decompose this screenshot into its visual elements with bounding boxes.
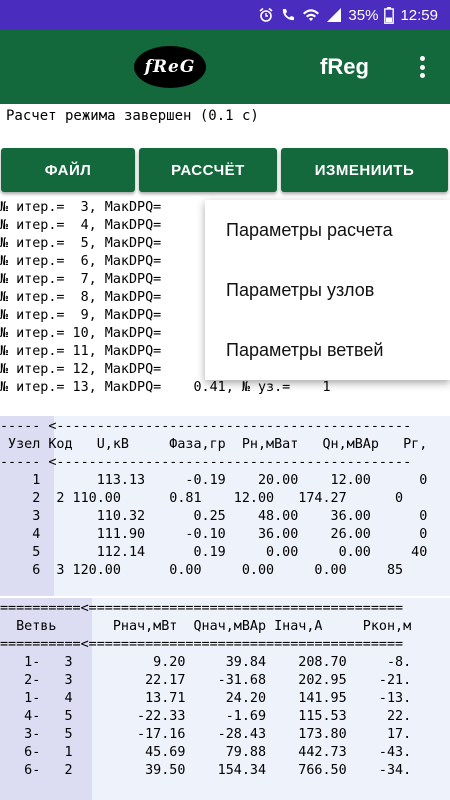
table-row: 6- 2 39.50 154.34 766.50 -34. [0,763,412,778]
calc-button[interactable]: РАССЧЁТ [139,148,277,192]
signal-icon [326,7,342,23]
table-row: 6- 1 45.69 79.88 442.73 -43. [0,745,412,760]
iteration-line: № итер.= 4, МакDPQ= [0,218,162,233]
iteration-line: № итер.= 7, МакDPQ= [0,272,162,287]
app-logo: fReG [134,46,206,88]
call-icon [280,7,296,23]
edit-dropdown-menu: Параметры расчета Параметры узлов Параме… [205,200,450,380]
table-row: 1 113.13 -0.19 20.00 12.00 0 [0,473,428,488]
table-row: 4- 5 -22.33 -1.69 115.53 22. [0,709,412,724]
iteration-line: № итер.= 9, МакDPQ= [0,308,162,323]
table-row: 5 112.14 0.19 0.00 0.00 40 [0,545,428,560]
iteration-line: № итер.= 11, МакDPQ= [0,344,162,359]
table-row: 2- 3 22.17 -31.68 202.95 -21. [0,673,412,688]
app-title: fReg [320,54,369,79]
nodes-header: Узел Код U,кВ Фаза,гр Рн,мВат Qн,мВАр Рг… [0,437,428,452]
branches-header: Ветвь Рнач,мВт Qнач,мВАр Iнач,А Ркон,м [0,619,412,634]
battery-icon [384,6,395,24]
iteration-line: № итер.= 12, МакDPQ= [0,362,162,377]
table-row: 6 3 120.00 0.00 0.00 0.00 85 [0,563,404,578]
file-button[interactable]: ФАЙЛ [1,148,135,192]
table-row: 3 110.32 0.25 48.00 36.00 0 [0,509,428,524]
iteration-line: № итер.= 13, МакDPQ= 0.41, № уз.= 1 [0,380,331,395]
iteration-line: № итер.= 6, МакDPQ= [0,254,162,269]
status-icons: 35% 12:59 [258,0,438,30]
status-bar: 35% 12:59 [0,0,450,30]
app-bar: fReG fReg [0,30,450,104]
menu-item-branch-params[interactable]: Параметры ветвей [205,320,450,380]
iteration-line: № итер.= 10, МакDPQ= [0,326,162,341]
wifi-icon [302,7,320,23]
nodes-separator: ----- <---------------------------------… [0,455,412,470]
table-row: 3- 5 -17.16 -28.43 173.80 17. [0,727,412,742]
table-row: 2 2 110.00 0.81 12.00 174.27 0 [0,491,404,506]
alarm-icon [258,7,274,23]
iteration-line: № итер.= 3, МакDPQ= [0,200,162,215]
nodes-separator: ----- <---------------------------------… [0,419,412,434]
edit-button[interactable]: ИЗМЕНИИТЬ [281,148,448,192]
branches-table: ==========<=============================… [0,598,450,800]
table-row: 1- 3 9.20 39.84 208.70 -8. [0,655,412,670]
iteration-line: № итер.= 8, МакDPQ= [0,290,162,305]
nodes-table: ----- <---------------------------------… [0,416,450,596]
calc-status-message: Расчет режима завершен (0.1 с) [6,108,259,124]
branches-separator: ==========<=============================… [0,601,404,616]
iteration-line: № итер.= 5, МакDPQ= [0,236,162,251]
menu-item-node-params[interactable]: Параметры узлов [205,260,450,320]
battery-percent: 35% [348,6,379,24]
overflow-menu-icon[interactable] [412,52,432,82]
menu-item-calc-params[interactable]: Параметры расчета [205,200,450,260]
table-row: 4 111.90 -0.10 36.00 26.00 0 [0,527,428,542]
branches-separator: ==========<=============================… [0,637,404,652]
table-row: 1- 4 13.71 24.20 141.95 -13. [0,691,412,706]
clock: 12:59 [400,6,438,24]
